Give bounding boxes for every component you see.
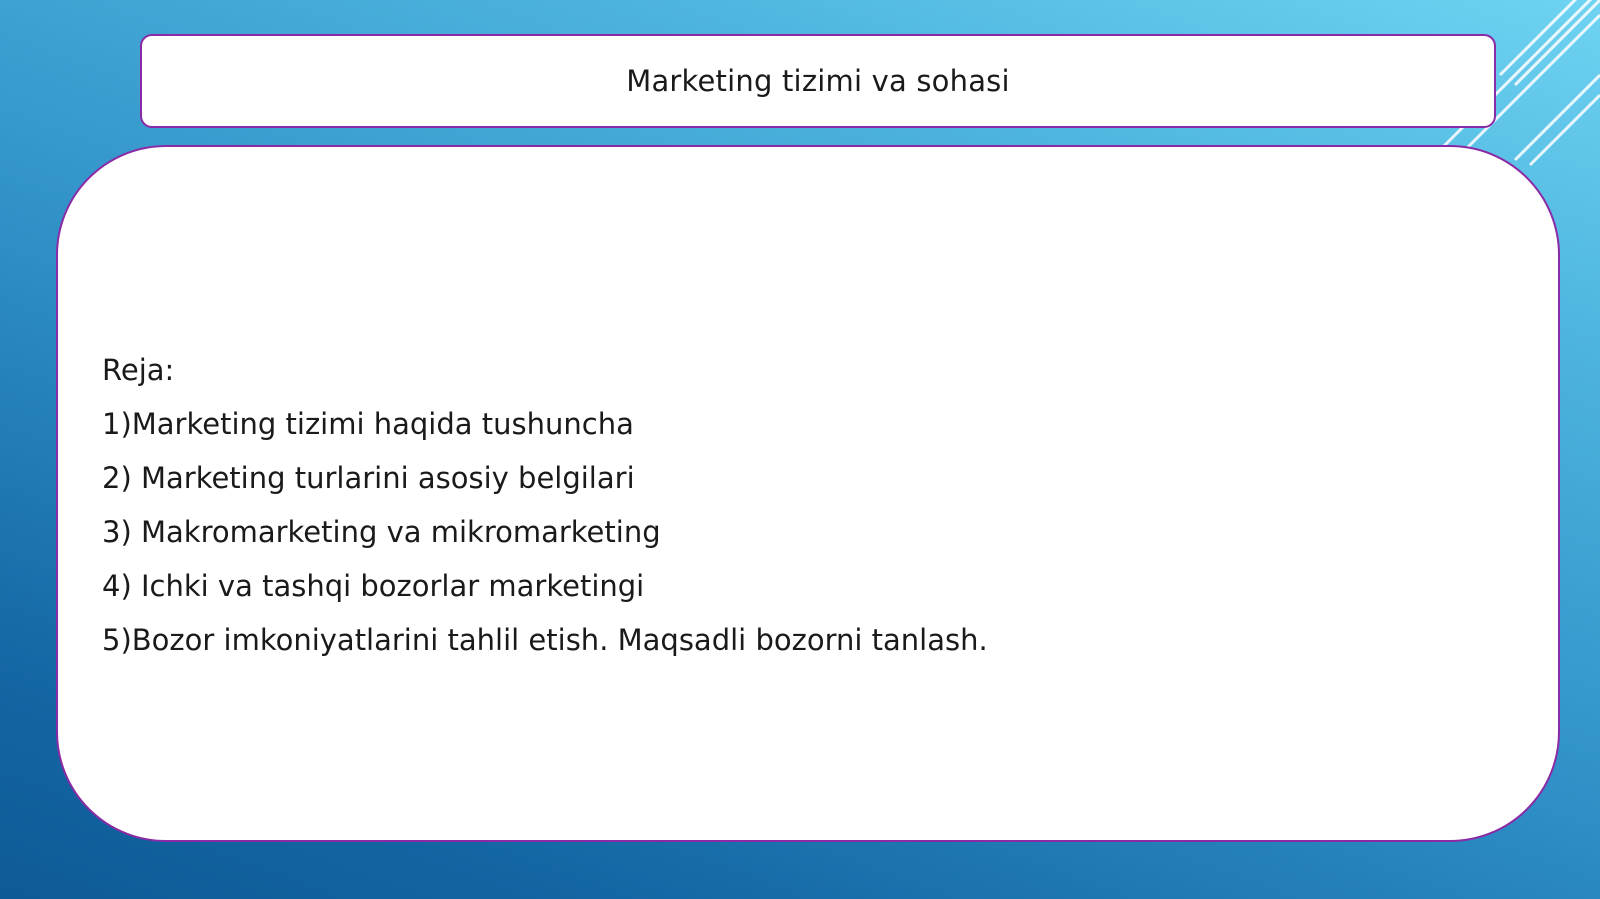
plan-item-2: 2) Marketing turlarini asosiy belgilari <box>102 461 635 495</box>
plan-item-4: 4) Ichki va tashqi bozorlar marketingi <box>102 569 645 603</box>
slide: Marketing tizimi va sohasi Reja: 1)Marke… <box>0 0 1600 899</box>
plan-item-5: 5)Bozor imkoniyatlarini tahlil etish. Ma… <box>102 623 988 657</box>
content-box: Reja: 1)Marketing tizimi haqida tushunch… <box>56 145 1560 842</box>
plan-item-3: 3) Makromarketing va mikromarketing <box>102 515 661 549</box>
plan-heading: Reja: <box>102 353 175 387</box>
slide-title: Marketing tizimi va sohasi <box>626 64 1010 98</box>
title-box: Marketing tizimi va sohasi <box>140 34 1496 128</box>
plan-list: Reja: 1)Marketing tizimi haqida tushunch… <box>102 343 988 667</box>
plan-item-1: 1)Marketing tizimi haqida tushuncha <box>102 407 634 441</box>
